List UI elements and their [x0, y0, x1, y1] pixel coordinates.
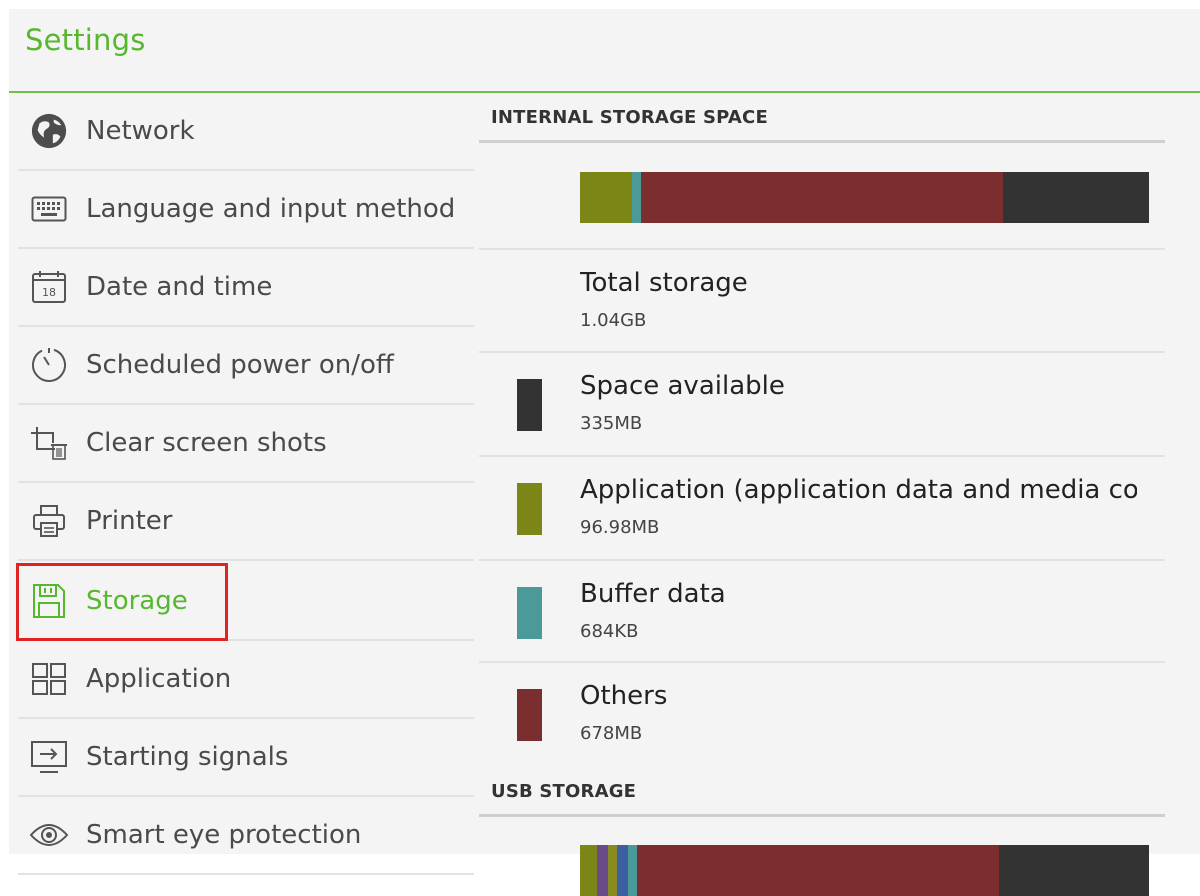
floppy-disk-icon	[28, 580, 70, 622]
settings-panel: Network Language and input method 18 Dat…	[9, 93, 1200, 896]
usage-segment-others	[637, 845, 1000, 896]
printer-icon	[28, 500, 70, 542]
sidebar-item-printer[interactable]: Printer	[18, 483, 474, 561]
sidebar-item-label: Date and time	[86, 272, 273, 302]
row-value: 96.98MB	[580, 517, 660, 538]
settings-header: Settings	[9, 9, 1200, 93]
sidebar-item-clear-screenshots[interactable]: Clear screen shots	[18, 405, 474, 483]
sidebar-item-label: Starting signals	[86, 742, 289, 772]
sidebar-item-smart-eye[interactable]: Smart eye protection	[18, 797, 474, 875]
sidebar-item-application[interactable]: Application	[18, 641, 474, 719]
eye-icon	[28, 814, 70, 856]
usage-segment-available	[999, 845, 1149, 896]
section-title: INTERNAL STORAGE SPACE	[491, 107, 768, 128]
sidebar-item-network[interactable]: Network	[18, 93, 474, 171]
internal-storage-header: INTERNAL STORAGE SPACE	[479, 93, 1165, 143]
section-title: USB STORAGE	[491, 781, 637, 802]
calendar-icon: 18	[28, 266, 70, 308]
timer-icon	[28, 344, 70, 386]
sidebar-item-scheduled-power[interactable]: Scheduled power on/off	[18, 327, 474, 405]
space-available-row[interactable]: Space available 335MB	[479, 353, 1165, 455]
color-swatch	[517, 379, 542, 431]
row-title: Total storage	[580, 268, 748, 298]
page-title: Settings	[25, 23, 146, 57]
keyboard-icon	[28, 188, 70, 230]
settings-sidebar: Network Language and input method 18 Dat…	[16, 93, 474, 875]
sidebar-item-starting-signals[interactable]: Starting signals	[18, 719, 474, 797]
sidebar-item-date-time[interactable]: 18 Date and time	[18, 249, 474, 327]
color-swatch	[517, 587, 542, 639]
sidebar-item-label: Application	[86, 664, 232, 694]
row-value: 1.04GB	[580, 310, 647, 331]
sidebar-item-storage[interactable]: Storage	[18, 563, 474, 641]
row-value: 335MB	[580, 413, 643, 434]
grid-apps-icon	[28, 658, 70, 700]
usb-storage-header: USB STORAGE	[479, 767, 1165, 817]
sidebar-item-language[interactable]: Language and input method	[18, 171, 474, 249]
svg-text:18: 18	[42, 286, 56, 299]
usage-segment-buffer	[631, 172, 641, 223]
sidebar-item-label: Language and input method	[86, 194, 456, 224]
others-row[interactable]: Others 678MB	[479, 663, 1165, 765]
buffer-data-row[interactable]: Buffer data 684KB	[479, 561, 1165, 663]
sidebar-item-label: Clear screen shots	[86, 428, 327, 458]
sidebar-item-label: Network	[86, 116, 195, 146]
usage-segment-segment-purple	[597, 845, 609, 896]
input-signal-icon	[28, 736, 70, 778]
row-title: Application (application data and media …	[580, 475, 1137, 505]
application-row[interactable]: Application (application data and media …	[479, 457, 1165, 559]
storage-content: INTERNAL STORAGE SPACE Total storage 1.0…	[479, 93, 1165, 896]
sidebar-item-label: Printer	[86, 506, 173, 536]
row-value: 678MB	[580, 723, 643, 744]
usage-segment-application	[580, 845, 598, 896]
sidebar-item-label: Storage	[86, 586, 188, 616]
usage-segment-segment-olive	[608, 845, 617, 896]
sidebar-item-label: Smart eye protection	[86, 820, 362, 850]
usage-segment-others	[640, 172, 1003, 223]
usage-segment-application	[580, 172, 632, 223]
usage-segment-available	[1002, 172, 1149, 223]
internal-usage-bar	[580, 172, 1149, 223]
globe-icon	[28, 110, 70, 152]
usage-segment-segment-blue	[616, 845, 629, 896]
total-storage-row[interactable]: Total storage 1.04GB	[479, 250, 1165, 352]
row-title: Space available	[580, 371, 785, 401]
usb-usage-bar	[580, 845, 1149, 896]
usage-segment-buffer	[628, 845, 638, 896]
row-value: 684KB	[580, 621, 639, 642]
row-title: Buffer data	[580, 579, 726, 609]
color-swatch	[517, 689, 542, 741]
crop-trash-icon	[28, 422, 70, 464]
color-swatch	[517, 483, 542, 535]
row-title: Others	[580, 681, 668, 711]
sidebar-item-label: Scheduled power on/off	[86, 350, 394, 380]
